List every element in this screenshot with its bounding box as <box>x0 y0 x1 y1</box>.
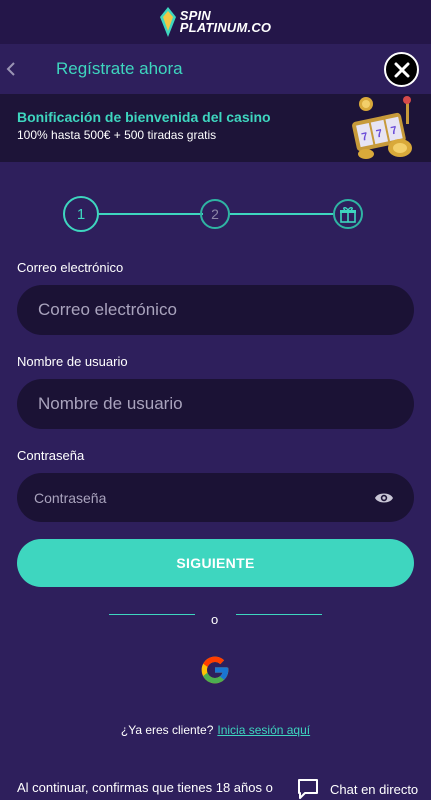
bonus-title: Bonificación de bienvenida del casino <box>17 109 271 125</box>
chat-icon <box>298 779 318 799</box>
live-chat-button[interactable]: Chat en directo <box>296 778 418 800</box>
close-icon <box>394 62 409 77</box>
password-field-wrapper <box>17 473 414 522</box>
username-field[interactable] <box>38 379 414 429</box>
brand-line-2: PLATINUM.CO <box>179 20 272 35</box>
divider-right <box>236 614 322 615</box>
chevron-left-icon <box>6 62 15 76</box>
email-label: Correo electrónico <box>17 260 124 275</box>
next-button[interactable]: SIGUIENTE <box>17 539 414 587</box>
step-2-label: 2 <box>211 206 219 222</box>
email-field[interactable] <box>38 285 414 335</box>
close-button[interactable] <box>384 52 419 87</box>
password-label: Contraseña <box>17 448 85 463</box>
login-prompt-text: ¿Ya eres cliente? <box>120 723 214 737</box>
live-chat-label: Chat en directo <box>330 781 419 797</box>
bonus-subtitle: 100% hasta 500€ + 500 tiradas gratis <box>17 128 217 142</box>
username-field-wrapper <box>17 379 414 429</box>
step-3-gift <box>333 199 363 229</box>
password-field[interactable] <box>34 473 374 522</box>
username-label: Nombre de usuario <box>17 354 128 369</box>
email-field-wrapper <box>17 285 414 335</box>
step-2: 2 <box>200 199 230 229</box>
brand-logo[interactable]: SPIN PLATINUM.CO <box>159 7 272 37</box>
step-connector <box>99 213 203 215</box>
step-connector <box>230 213 333 215</box>
modal-header: Regístrate ahora <box>0 44 431 94</box>
diamond-logo-icon <box>159 7 176 37</box>
modal-title: Regístrate ahora <box>56 59 183 78</box>
back-button[interactable] <box>6 57 20 81</box>
gift-icon <box>340 207 356 223</box>
divider-left <box>109 614 195 615</box>
eye-icon <box>375 493 393 502</box>
age-disclaimer: Al continuar, confirmas que tienes 18 añ… <box>17 780 273 795</box>
slot-machine-icon: 7 7 7 <box>352 96 412 159</box>
google-icon[interactable] <box>199 654 231 686</box>
top-bar: SPIN PLATINUM.CO <box>0 0 431 44</box>
step-1: 1 <box>63 196 99 232</box>
login-link[interactable]: Inicia sesión aquí <box>217 723 310 737</box>
registration-stepper: 1 2 <box>63 196 365 232</box>
divider-text: o <box>211 612 219 627</box>
show-password-toggle[interactable] <box>374 491 394 505</box>
login-prompt: ¿Ya eres cliente? Inicia sesión aquí <box>0 723 431 737</box>
step-1-label: 1 <box>76 205 86 223</box>
brand-wordmark: SPIN PLATINUM.CO <box>179 9 272 35</box>
